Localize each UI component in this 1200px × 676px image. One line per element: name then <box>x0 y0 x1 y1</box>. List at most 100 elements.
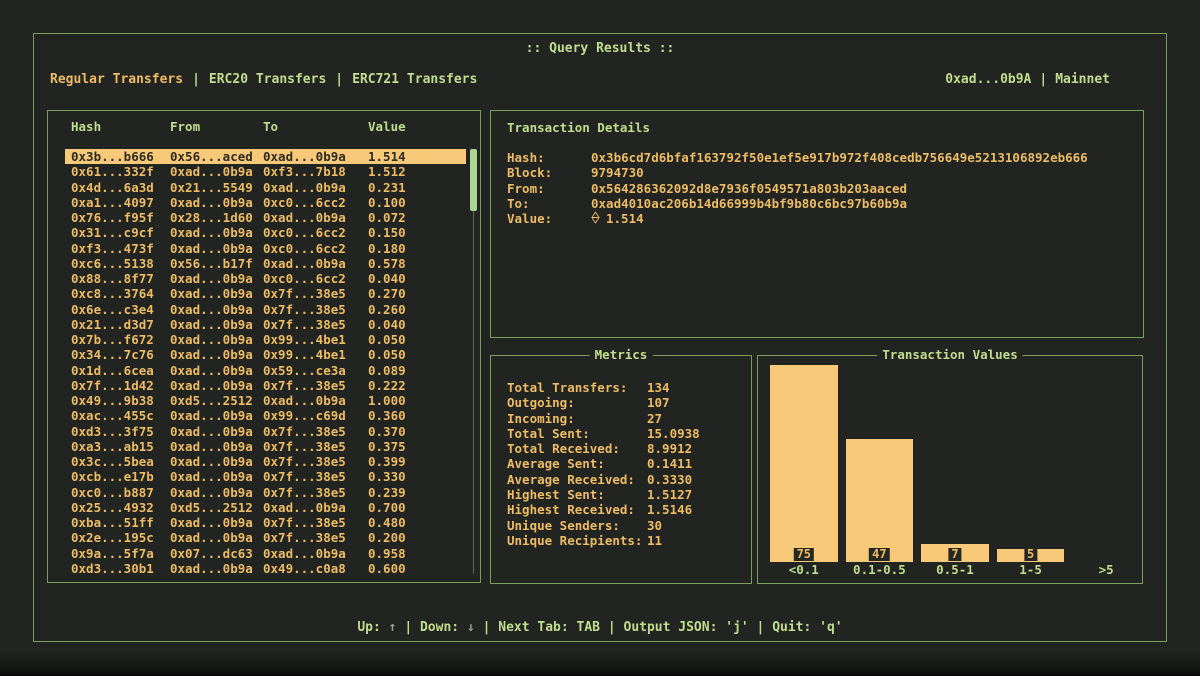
table-row[interactable]: 0x25...49320xd5...25120xad...0b9a0.700 <box>65 500 466 515</box>
down-arrow-icon: ↓ <box>467 620 475 635</box>
table-cell: 0xad...0b9a <box>170 164 263 179</box>
table-row[interactable]: 0xc8...37640xad...0b9a0x7f...38e50.270 <box>65 286 466 301</box>
table-header: HashFromToValue <box>65 119 466 134</box>
metrics-list: Total Transfers:134Outgoing:107Incoming:… <box>507 380 737 548</box>
metric-row: Highest Received:1.5146 <box>507 502 737 517</box>
table-cell: 0.072 <box>368 210 466 225</box>
table-cell: 0x7f...38e5 <box>263 286 368 301</box>
chart-slot: 70.5-1 <box>921 362 989 578</box>
detail-value: 0x564286362092d8e7936f0549571a803b203aac… <box>591 181 1127 196</box>
table-cell: 0.050 <box>368 347 466 362</box>
table-cell: 0x21...d3d7 <box>65 317 170 332</box>
details-fields: Hash:0x3b6cd7d6bfaf163792f50e1ef5e917b97… <box>507 150 1127 226</box>
table-row[interactable]: 0x7f...1d420xad...0b9a0x7f...38e50.222 <box>65 378 466 393</box>
table-row[interactable]: 0xa3...ab150xad...0b9a0x7f...38e50.375 <box>65 439 466 454</box>
column-header: From <box>170 119 263 134</box>
details-title: Transaction Details <box>507 120 650 135</box>
table-cell: 0xc0...6cc2 <box>263 195 368 210</box>
detail-value: 0xad4010ac206b14d66999b4bf9b80c6bc97b60b… <box>591 196 1127 211</box>
table-cell: 0.958 <box>368 546 466 561</box>
table-row[interactable]: 0x3c...5bea0xad...0b9a0x7f...38e50.399 <box>65 454 466 469</box>
table-cell: 0.200 <box>368 530 466 545</box>
metrics-title: Metrics <box>590 347 653 362</box>
table-row[interactable]: 0xd3...3f750xad...0b9a0x7f...38e50.370 <box>65 424 466 439</box>
table-cell: 0xad...0b9a <box>170 424 263 439</box>
scrollbar-thumb[interactable] <box>470 149 477 211</box>
chart-x-label: 0.5-1 <box>921 562 989 578</box>
table-cell: 0xad...0b9a <box>170 363 263 378</box>
table-row[interactable]: 0x31...c9cf0xad...0b9a0xc0...6cc20.150 <box>65 225 466 240</box>
table-row[interactable]: 0x88...8f770xad...0b9a0xc0...6cc20.040 <box>65 271 466 286</box>
chart-x-label: <0.1 <box>770 562 838 578</box>
table-cell: 0.150 <box>368 225 466 240</box>
table-row[interactable]: 0x49...9b380xd5...25120xad...0b9a1.000 <box>65 393 466 408</box>
table-row[interactable]: 0xc6...51380x56...b17f0xad...0b9a0.578 <box>65 256 466 271</box>
metric-row: Total Transfers:134 <box>507 380 737 395</box>
table-row[interactable]: 0xcb...e17b0xad...0b9a0x7f...38e50.330 <box>65 469 466 484</box>
table-row[interactable]: 0x3b...b6660x56...aced0xad...0b9a1.514 <box>65 149 466 164</box>
metric-label: Incoming: <box>507 411 647 426</box>
chart-title: Transaction Values <box>877 347 1022 362</box>
metric-row: Average Received:0.3330 <box>507 472 737 487</box>
table-cell: 1.514 <box>368 149 466 164</box>
scrollbar-track[interactable] <box>473 149 474 574</box>
table-row[interactable]: 0x9a...5f7a0x07...dc630xad...0b9a0.958 <box>65 546 466 561</box>
table-cell: 0xf3...473f <box>65 241 170 256</box>
table-cell: 0xad...0b9a <box>170 317 263 332</box>
detail-field: From:0x564286362092d8e7936f0549571a803b2… <box>507 181 1127 196</box>
table-cell: 0x99...4be1 <box>263 347 368 362</box>
chart-slot: 470.1-0.5 <box>846 362 914 578</box>
table-row[interactable]: 0x61...332f0xad...0b9a0xf3...7b181.512 <box>65 164 466 179</box>
metric-row: Unique Senders:30 <box>507 518 737 533</box>
table-row[interactable]: 0xac...455c0xad...0b9a0x99...c69d0.360 <box>65 408 466 423</box>
metric-row: Average Sent:0.1411 <box>507 456 737 471</box>
table-row[interactable]: 0xba...51ff0xad...0b9a0x7f...38e50.480 <box>65 515 466 530</box>
table-row[interactable]: 0x4d...6a3d0x21...55490xad...0b9a0.231 <box>65 180 466 195</box>
tab-erc20-transfers[interactable]: ERC20 Transfers <box>209 72 326 87</box>
table-cell: 0xad...0b9a <box>170 195 263 210</box>
bar-value-label: 75 <box>794 548 814 561</box>
table-cell: 0xad...0b9a <box>170 454 263 469</box>
table-cell: 0xd3...30b1 <box>65 561 170 576</box>
chart-x-label: 0.1-0.5 <box>846 562 914 578</box>
table-row[interactable]: 0xa1...40970xad...0b9a0xc0...6cc20.100 <box>65 195 466 210</box>
table-row[interactable]: 0x21...d3d70xad...0b9a0x7f...38e50.040 <box>65 317 466 332</box>
page-title: :: Query Results :: <box>0 41 1200 56</box>
table-cell: 0.360 <box>368 408 466 423</box>
account-address: 0xad...0b9A <box>945 72 1031 87</box>
table-row[interactable]: 0x7b...f6720xad...0b9a0x99...4be10.050 <box>65 332 466 347</box>
table-cell: 0x31...c9cf <box>65 225 170 240</box>
table-row[interactable]: 0x1d...6cea0xad...0b9a0x59...ce3a0.089 <box>65 363 466 378</box>
table-row[interactable]: 0x34...7c760xad...0b9a0x99...4be10.050 <box>65 347 466 362</box>
metric-value: 11 <box>647 533 737 548</box>
table-row[interactable]: 0x76...f95f0x28...1d600xad...0b9a0.072 <box>65 210 466 225</box>
table-row[interactable]: 0x6e...c3e40xad...0b9a0x7f...38e50.260 <box>65 302 466 317</box>
metric-value: 30 <box>647 518 737 533</box>
table-row[interactable]: 0x2e...195c0xad...0b9a0x7f...38e50.200 <box>65 530 466 545</box>
table-row[interactable]: 0xd3...30b10xad...0b9a0x49...c0a80.600 <box>65 561 466 576</box>
hint-separator: | <box>483 620 491 635</box>
table-cell: 0x25...4932 <box>65 500 170 515</box>
transfer-list: 0x3b...b6660x56...aced0xad...0b9a1.5140x… <box>65 149 466 576</box>
table-row[interactable]: 0xc0...b8870xad...0b9a0x7f...38e50.239 <box>65 485 466 500</box>
table-cell: 0xc0...b887 <box>65 485 170 500</box>
detail-field: To:0xad4010ac206b14d66999b4bf9b80c6bc97b… <box>507 196 1127 211</box>
table-cell: 0xad...0b9a <box>170 408 263 423</box>
tab-separator: | <box>192 72 200 87</box>
table-cell: 0x21...5549 <box>170 180 263 195</box>
tab-erc721-transfers[interactable]: ERC721 Transfers <box>352 72 477 87</box>
tab-regular-transfers[interactable]: Regular Transfers <box>50 72 183 87</box>
detail-label: Value: <box>507 211 591 226</box>
table-row[interactable]: 0xf3...473f0xad...0b9a0xc0...6cc20.180 <box>65 241 466 256</box>
metric-value: 27 <box>647 411 737 426</box>
table-cell: 0xad...0b9a <box>170 225 263 240</box>
table-cell: 0.222 <box>368 378 466 393</box>
table-cell: 0xf3...7b18 <box>263 164 368 179</box>
metric-row: Total Sent:15.0938 <box>507 426 737 441</box>
table-cell: 0x7b...f672 <box>65 332 170 347</box>
table-cell: 0xad...0b9a <box>170 347 263 362</box>
table-cell: 0.578 <box>368 256 466 271</box>
table-cell: 0x76...f95f <box>65 210 170 225</box>
chart-bar: 7 <box>921 544 989 562</box>
metric-label: Total Received: <box>507 441 647 456</box>
